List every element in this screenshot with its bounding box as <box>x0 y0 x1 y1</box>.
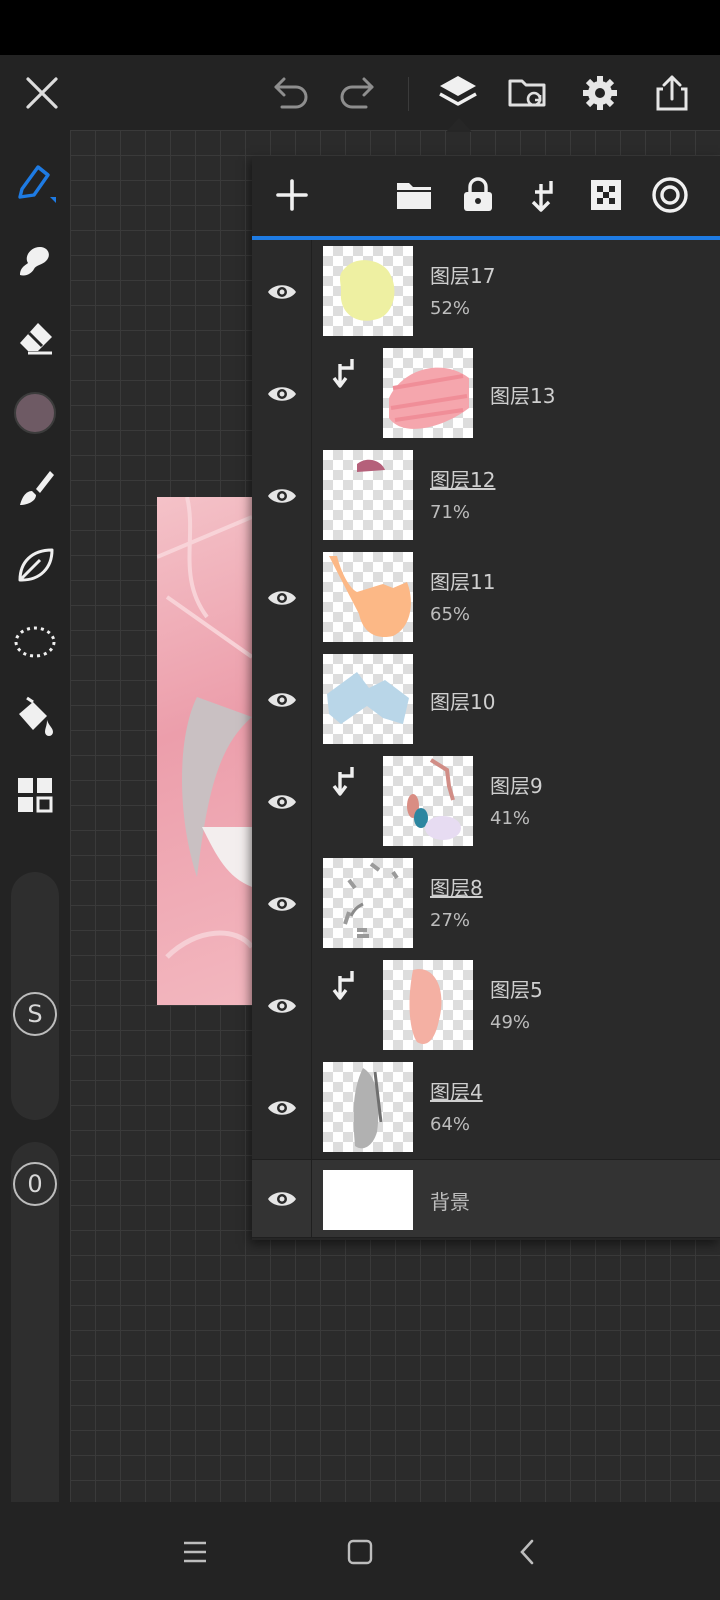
layer-row[interactable]: 图层4 64% <box>252 1056 720 1160</box>
visibility-eye-icon[interactable] <box>252 648 312 751</box>
pen-icon[interactable] <box>10 157 60 207</box>
visibility-eye-icon[interactable] <box>252 546 312 649</box>
layer-opacity: 52% <box>430 298 471 319</box>
color-swatch[interactable] <box>10 388 60 438</box>
opacity-knob[interactable]: 0 <box>13 1162 57 1206</box>
layer-thumbnail[interactable] <box>323 1170 413 1230</box>
top-toolbar <box>0 55 720 130</box>
layer-opacity: 49% <box>490 1012 531 1033</box>
folder-sync-icon[interactable] <box>504 69 552 117</box>
layer-row[interactable]: 图层12 71% <box>252 444 720 548</box>
layer-thumbnail[interactable] <box>323 858 413 948</box>
grid-icon[interactable] <box>10 770 60 820</box>
lasso-icon[interactable] <box>10 617 60 667</box>
layer-row[interactable]: 图层17 52% <box>252 240 720 344</box>
layer-panel-toolbar <box>252 156 720 236</box>
visibility-eye-icon[interactable] <box>252 954 312 1057</box>
layer-thumbnail[interactable] <box>383 756 473 846</box>
menu-icon[interactable] <box>173 1530 217 1574</box>
layer-opacity: 71% <box>430 502 471 523</box>
undo-icon[interactable] <box>268 69 316 117</box>
layer-row[interactable]: 图层9 41% <box>252 750 720 854</box>
background-layer-row[interactable]: 背景 <box>252 1160 720 1238</box>
layer-panel: 图层17 52% 图层13 图层12 71% 图层11 65% 图层10 图层9 41% 图层8 27… <box>252 156 720 1240</box>
visibility-eye-icon[interactable] <box>252 750 312 853</box>
opacity-label: 0 <box>27 1170 43 1198</box>
layer-row[interactable]: 图层5 49% <box>252 954 720 1058</box>
back-icon[interactable] <box>505 1530 549 1574</box>
layer-name: 图层12 <box>430 468 496 492</box>
layer-thumbnail[interactable] <box>323 450 413 540</box>
clipping-mask-icon <box>330 968 360 1002</box>
layer-name: 图层10 <box>430 690 496 714</box>
layer-name: 背景 <box>430 1190 470 1214</box>
visibility-eye-icon[interactable] <box>252 1056 312 1159</box>
layer-name: 图层17 <box>430 264 496 288</box>
system-nav-bar <box>0 1502 720 1600</box>
clipping-mask-icon <box>330 356 360 390</box>
home-icon[interactable] <box>338 1530 382 1574</box>
transparency-icon[interactable] <box>581 170 631 220</box>
layer-thumbnail[interactable] <box>383 348 473 438</box>
brush-icon[interactable] <box>10 463 60 513</box>
layer-name: 图层11 <box>430 570 496 594</box>
layer-name: 图层9 <box>490 774 543 798</box>
eraser-icon[interactable] <box>10 313 60 363</box>
share-icon[interactable] <box>648 69 696 117</box>
tool-sidebar: S 0 <box>0 130 70 1542</box>
layer-row[interactable]: 图层8 27% <box>252 852 720 956</box>
layer-name: 图层8 <box>430 876 483 900</box>
leaf-icon[interactable] <box>10 540 60 590</box>
close-icon[interactable] <box>18 69 66 117</box>
layer-thumbnail[interactable] <box>323 1062 413 1152</box>
layer-thumbnail[interactable] <box>323 552 413 642</box>
layer-row[interactable]: 图层11 65% <box>252 546 720 650</box>
layer-opacity: 64% <box>430 1114 471 1135</box>
visibility-eye-icon[interactable] <box>252 852 312 955</box>
smudge-icon[interactable] <box>10 235 60 285</box>
clipping-mask-icon <box>330 764 360 798</box>
folder-icon[interactable] <box>389 170 439 220</box>
layer-row[interactable]: 图层10 <box>252 648 720 752</box>
add-icon[interactable] <box>267 170 317 220</box>
target-icon[interactable] <box>645 170 695 220</box>
layer-row[interactable]: 图层13 <box>252 342 720 446</box>
status-bar <box>0 0 720 55</box>
layer-panel-pointer <box>446 118 472 132</box>
toolbar-divider <box>408 77 409 111</box>
fill-icon[interactable] <box>10 693 60 743</box>
layer-name: 图层13 <box>490 384 556 408</box>
lock-icon[interactable] <box>453 170 503 220</box>
layer-opacity: 65% <box>430 604 471 625</box>
gear-icon[interactable] <box>576 69 624 117</box>
layer-opacity: 41% <box>490 808 531 829</box>
visibility-eye-icon[interactable] <box>252 240 312 343</box>
visibility-eye-icon[interactable] <box>252 444 312 547</box>
layer-thumbnail[interactable] <box>323 654 413 744</box>
layer-thumbnail[interactable] <box>323 246 413 336</box>
visibility-eye-icon[interactable] <box>252 342 312 445</box>
visibility-eye-icon[interactable] <box>252 1160 312 1237</box>
brush-size-label: S <box>27 1000 43 1028</box>
layers-icon[interactable] <box>434 69 482 117</box>
brush-size-knob[interactable]: S <box>13 992 57 1036</box>
layer-thumbnail[interactable] <box>383 960 473 1050</box>
layer-name: 图层5 <box>490 978 543 1002</box>
redo-icon[interactable] <box>332 69 380 117</box>
clip-icon[interactable] <box>517 170 567 220</box>
layer-opacity: 27% <box>430 910 471 931</box>
layer-name: 图层4 <box>430 1080 483 1104</box>
artwork-visible-part <box>157 497 254 1005</box>
